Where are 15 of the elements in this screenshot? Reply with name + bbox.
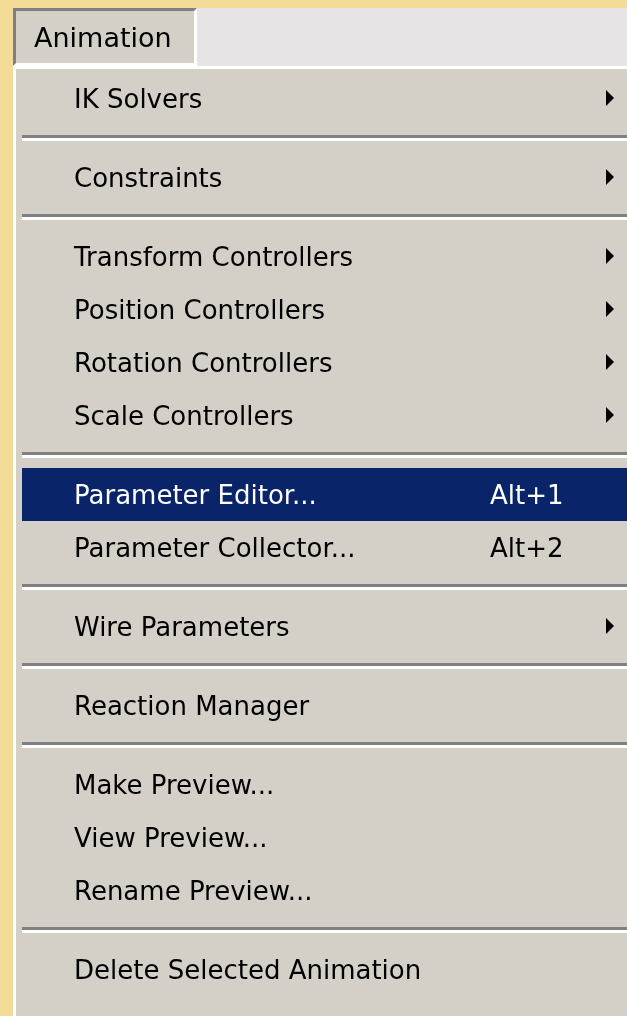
menu-item[interactable]: Delete Selected Animation <box>22 943 627 996</box>
menu-item[interactable]: Position Controllers <box>22 283 627 336</box>
menu-item[interactable]: View Preview... <box>22 811 627 864</box>
menu-item[interactable]: Make Preview... <box>22 758 627 811</box>
menu-item[interactable]: Parameter Editor... Alt+1 <box>22 468 627 521</box>
menu-item[interactable]: Rotation Controllers <box>22 336 627 389</box>
menu-item[interactable]: Scale Controllers <box>22 389 627 442</box>
menu-item[interactable]: Parameter Collector... Alt+2 <box>22 521 627 574</box>
menu-item[interactable]: Wire Parameters <box>22 600 627 653</box>
menu-item[interactable]: IK Solvers <box>22 72 627 125</box>
menu-item[interactable]: Constraints <box>22 151 627 204</box>
menu-item[interactable]: Transform Controllers <box>22 230 627 283</box>
menu-item[interactable]: Reaction Manager <box>22 679 627 732</box>
menu-item[interactable]: Rename Preview... <box>22 864 627 917</box>
menu-bar-item[interactable]: Animation <box>13 8 197 66</box>
